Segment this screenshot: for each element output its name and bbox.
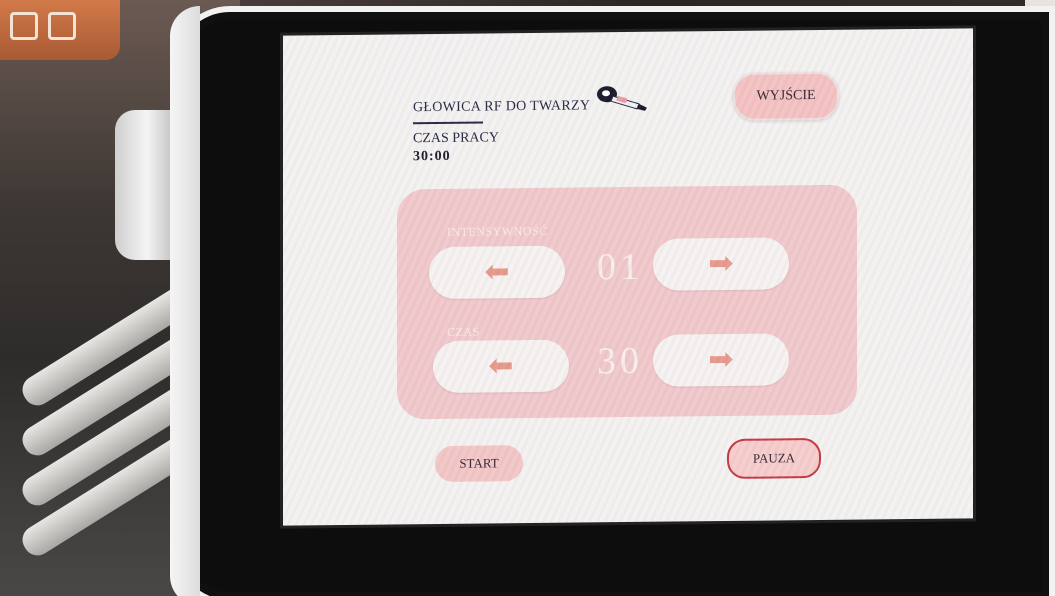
time-increase-button[interactable]: ➡ [653,333,789,387]
intensity-label: INTENSYWNOŚĆ [447,223,548,239]
title-underline [413,121,483,125]
device-edge [170,6,200,596]
time-value: 30 [597,339,643,383]
page-title: GŁOWICA RF DO TWARZY [413,98,591,116]
touch-screen: GŁOWICA RF DO TWARZY CZAS PRACY 30:00 WY… [283,28,973,526]
right-arrow-icon: ➡ [708,341,734,378]
photo-scene: GŁOWICA RF DO TWARZY CZAS PRACY 30:00 WY… [0,0,1055,596]
exit-button[interactable]: WYJŚCIE [733,71,839,121]
time-label: CZAS [447,324,480,339]
intensity-value: 01 [597,245,643,289]
left-arrow-icon: ⬅ [484,254,510,290]
time-decrease-button[interactable]: ⬅ [433,339,569,394]
start-button[interactable]: START [435,445,523,483]
intensity-decrease-button[interactable]: ⬅ [429,245,565,300]
right-arrow-icon: ➡ [708,245,734,282]
rf-handpiece-icon [597,86,647,111]
work-time-value: 30:00 [413,148,451,165]
work-time-label: CZAS PRACY [413,130,499,147]
background-orange-device [0,0,120,60]
settings-panel: INTENSYWNOŚĆ ⬅ 01 ➡ CZAS ⬅ 30 ➡ [397,184,857,420]
pause-button[interactable]: PAUZA [727,437,821,479]
left-arrow-icon: ⬅ [488,348,514,384]
intensity-increase-button[interactable]: ➡ [653,237,789,291]
